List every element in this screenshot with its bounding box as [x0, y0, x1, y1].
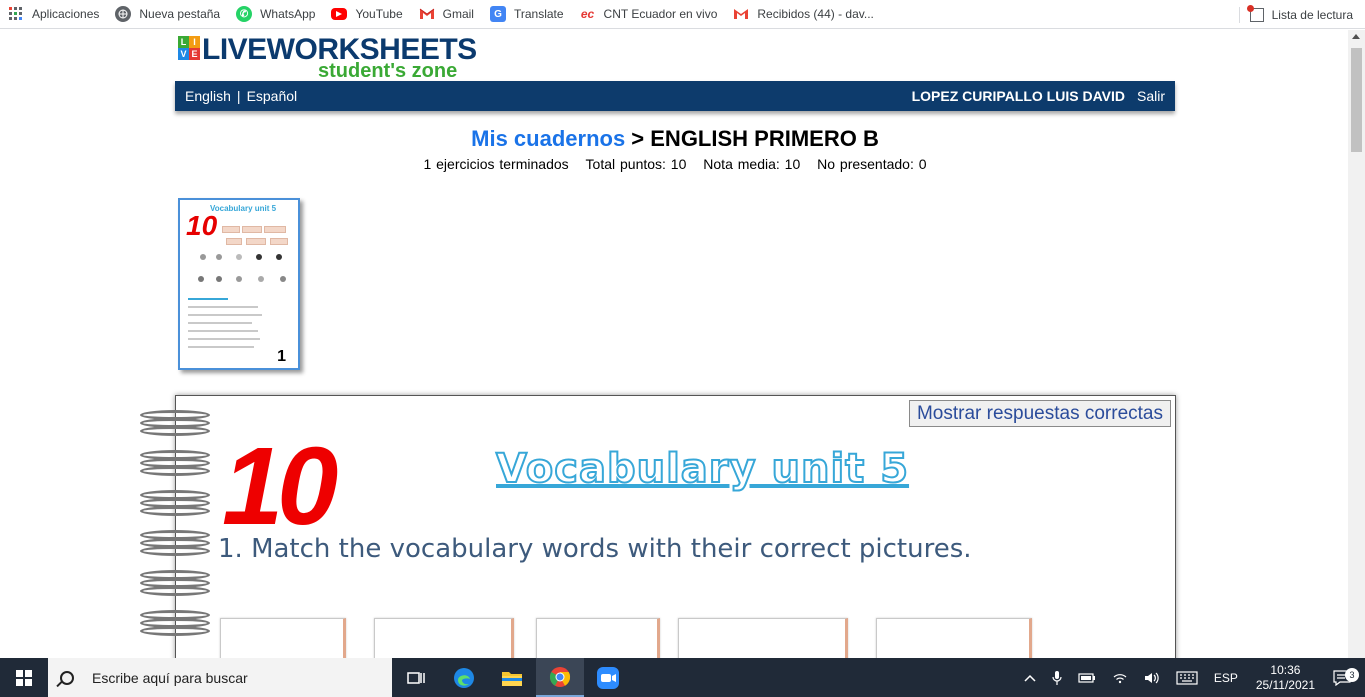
windows-logo-icon	[16, 669, 32, 686]
bookmark-cnt[interactable]: ec CNT Ecuador en vivo	[572, 0, 726, 28]
thumbnail-title: Vocabulary unit 5	[210, 204, 277, 213]
worksheet-thumbnail[interactable]: Vocabulary unit 5 10 1	[178, 198, 300, 370]
gmail-icon	[419, 6, 435, 22]
bookmark-label: YouTube	[355, 7, 403, 21]
clock[interactable]: 10:36 25/11/2021	[1246, 663, 1325, 693]
windows-taskbar: Escribe aquí para buscar ESP 10:36 25/11…	[0, 658, 1365, 697]
bookmark-label: Gmail	[442, 7, 474, 21]
battery-icon[interactable]	[1070, 672, 1104, 684]
apps-grid-icon	[8, 6, 24, 22]
stat-total-points: Total puntos: 10	[585, 156, 687, 172]
logo-badge: L I V E	[178, 36, 200, 60]
clock-time: 10:36	[1270, 662, 1301, 677]
worksheet-instruction: 1. Match the vocabulary words with their…	[218, 534, 972, 564]
bookmark-recibidos[interactable]: Recibidos (44) - dav...	[725, 0, 882, 28]
chrome-icon[interactable]	[536, 658, 584, 697]
gmail-icon	[733, 6, 749, 22]
site-logo[interactable]: L I V E LIVEWORKSHEETS student's zone	[178, 34, 478, 82]
bookmark-label: Aplicaciones	[32, 7, 100, 21]
file-explorer-icon[interactable]	[488, 658, 536, 697]
scroll-thumb[interactable]	[1351, 48, 1362, 152]
chevron-up-icon[interactable]	[1016, 674, 1044, 682]
page-title: Mis cuadernos > ENGLISH PRIMERO B	[175, 126, 1175, 152]
stat-completed: 1 ejercicios terminados	[423, 156, 569, 172]
bookmark-label: Nueva pestaña	[139, 7, 221, 21]
wifi-icon[interactable]	[1104, 672, 1136, 684]
bookmark-whatsapp[interactable]: ✆ WhatsApp	[228, 0, 323, 28]
separator	[1238, 6, 1240, 23]
picture-card[interactable]	[536, 618, 660, 658]
picture-card[interactable]	[220, 618, 346, 658]
input-language[interactable]: ESP	[1206, 671, 1246, 685]
thumbnail-number: 1	[277, 348, 286, 365]
logo-badge-letter: I	[189, 36, 200, 48]
bookmark-label: Recibidos (44) - dav...	[757, 7, 874, 21]
notifications-icon[interactable]: 3	[1325, 667, 1365, 686]
vertical-scrollbar[interactable]	[1348, 30, 1365, 658]
top-navbar: English | Español LOPEZ CURIPALLO LUIS D…	[175, 81, 1175, 111]
show-correct-answers-button[interactable]: Mostrar respuestas correctas	[908, 400, 1171, 427]
thumbnail-score: 10	[186, 210, 218, 241]
taskbar-search[interactable]: Escribe aquí para buscar	[48, 658, 392, 697]
logo-badge-letter: E	[189, 48, 200, 60]
bookmark-gmail[interactable]: Gmail	[411, 0, 482, 28]
worksheet-heading: Vocabulary unit 5	[495, 445, 910, 493]
bookmark-label: WhatsApp	[260, 7, 316, 21]
page-content: L I V E LIVEWORKSHEETS student's zone En…	[0, 30, 1348, 658]
bookmark-apps[interactable]: Aplicaciones	[0, 0, 107, 28]
notebook-name: > ENGLISH PRIMERO B	[625, 126, 879, 151]
keyboard-icon[interactable]	[1168, 670, 1206, 685]
scroll-up-arrow-icon[interactable]	[1352, 34, 1360, 39]
worksheet-score: 10	[222, 425, 338, 548]
reading-list[interactable]: Lista de lectura	[1238, 0, 1353, 29]
picture-card[interactable]	[678, 618, 848, 658]
reading-list-label: Lista de lectura	[1271, 7, 1353, 22]
bookmark-youtube[interactable]: YouTube	[323, 0, 410, 28]
language-switcher: English | Español	[185, 88, 297, 104]
translate-icon: G	[489, 6, 506, 22]
lang-separator: |	[236, 88, 241, 104]
search-icon	[60, 670, 74, 685]
logo-badge-letter: V	[178, 48, 189, 60]
bookmark-translate[interactable]: G Translate	[482, 0, 572, 28]
bookmarks-bar: Aplicaciones Nueva pestaña ✆ WhatsApp Yo…	[0, 0, 1365, 29]
bookmark-new-tab[interactable]: Nueva pestaña	[107, 0, 228, 28]
user-name: LOPEZ CURIPALLO LUIS DAVID	[911, 88, 1125, 104]
edge-icon[interactable]	[440, 658, 488, 697]
logo-subtitle: student's zone	[318, 60, 458, 82]
bookmark-label: Translate	[513, 7, 564, 21]
picture-card[interactable]	[876, 618, 1032, 658]
stats-line: 1 ejercicios terminados Total puntos: 10…	[175, 156, 1175, 172]
start-button[interactable]	[0, 658, 48, 697]
logout-link[interactable]: Salir	[1137, 88, 1165, 104]
bookmark-label: CNT Ecuador en vivo	[603, 7, 718, 21]
zoom-icon[interactable]	[584, 658, 632, 697]
globe-icon	[115, 6, 132, 22]
stat-average: Nota media: 10	[703, 156, 801, 172]
system-tray: ESP 10:36 25/11/2021 3	[1016, 658, 1365, 697]
whatsapp-icon: ✆	[236, 6, 253, 22]
task-view-icon[interactable]	[392, 658, 440, 697]
lang-english-link[interactable]: English	[185, 88, 231, 104]
clock-date: 25/11/2021	[1255, 677, 1315, 692]
search-placeholder: Escribe aquí para buscar	[92, 669, 248, 686]
worksheet-view: Mostrar respuestas correctas 10 Vocabula…	[175, 395, 1176, 658]
notification-count: 3	[1345, 667, 1359, 682]
reading-list-icon	[1246, 4, 1264, 22]
volume-icon[interactable]	[1136, 671, 1168, 685]
logo-badge-letter: L	[178, 36, 189, 48]
lang-spanish-link[interactable]: Español	[247, 88, 298, 104]
ec-icon: ec	[580, 7, 595, 21]
stat-not-submitted: No presentado: 0	[817, 156, 927, 172]
youtube-icon	[331, 8, 348, 20]
picture-card[interactable]	[374, 618, 514, 658]
microphone-icon[interactable]	[1044, 670, 1070, 686]
notebooks-link[interactable]: Mis cuadernos	[471, 126, 625, 151]
